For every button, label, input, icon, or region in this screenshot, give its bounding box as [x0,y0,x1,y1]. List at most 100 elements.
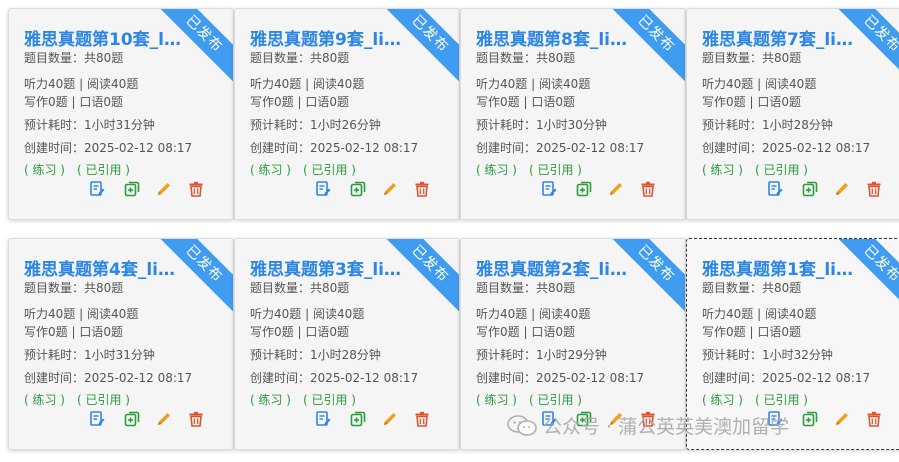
cited-tag: ( 已引用 ) [529,393,582,407]
copy-add-icon [576,181,592,201]
cited-tag: ( 已引用 ) [755,393,808,407]
delete-button[interactable] [414,411,430,427]
watermark-text: 公众号 · 蒲公英英美澳加留学 [543,416,790,438]
copy-button[interactable] [576,181,592,197]
estimated-time: 预计耗时：1小时26分钟 [250,118,381,132]
delete-button[interactable] [188,181,204,197]
card-title[interactable]: 雅思真题第3套_list... [250,255,410,280]
practice-tag: ( 练习 ) [24,393,65,407]
rename-button[interactable] [834,411,850,427]
copy-add-icon [350,411,366,431]
rename-button[interactable] [834,181,850,197]
edit-button[interactable] [767,181,783,197]
rename-button[interactable] [382,411,398,427]
exam-card[interactable]: 已发布 雅思真题第3套_list... 题目数量：共80题 听力40题 | 阅读… [234,238,460,450]
trash-icon [414,181,430,201]
copy-button[interactable] [124,411,140,427]
writing-speaking-count: 写作0题 | 口语0题 [250,325,350,339]
copy-button[interactable] [802,181,818,197]
estimated-time: 预计耗时：1小时28分钟 [250,348,381,362]
edit-doc-icon [767,181,783,201]
delete-button[interactable] [188,411,204,427]
cited-tag: ( 已引用 ) [303,393,356,407]
created-time: 创建时间：2025-02-12 08:17 [476,141,645,155]
listening-reading-count: 听力40题 | 阅读40题 [476,307,591,321]
listening-reading-count: 听力40题 | 阅读40题 [702,307,817,321]
card-title[interactable]: 雅思真题第1套_list... [702,255,862,280]
estimated-time: 预计耗时：1小时32分钟 [702,348,833,362]
card-title[interactable]: 雅思真题第10套_list... [24,25,184,50]
cited-tag: ( 已引用 ) [529,163,582,177]
created-time: 创建时间：2025-02-12 08:17 [476,371,645,385]
delete-button[interactable] [866,181,882,197]
copy-add-icon [124,411,140,431]
copy-button[interactable] [124,181,140,197]
practice-tag: ( 练习 ) [250,163,291,177]
pencil-icon [382,182,398,201]
question-count: 题目数量：共80题 [24,281,124,295]
copy-button[interactable] [350,181,366,197]
edit-button[interactable] [315,181,331,197]
estimated-time: 预计耗时：1小时30分钟 [476,118,607,132]
status-tags: ( 练习 ) ( 已引用 ) [476,391,594,408]
created-time: 创建时间：2025-02-12 08:17 [702,371,871,385]
copy-add-icon [124,181,140,201]
trash-icon [640,181,656,201]
cited-tag: ( 已引用 ) [77,163,130,177]
writing-speaking-count: 写作0题 | 口语0题 [702,95,802,109]
question-count: 题目数量：共80题 [702,51,802,65]
copy-add-icon [802,411,818,431]
question-count: 题目数量：共80题 [702,281,802,295]
rename-button[interactable] [156,411,172,427]
trash-icon [866,181,882,201]
created-time: 创建时间：2025-02-12 08:17 [702,141,871,155]
practice-tag: ( 练习 ) [702,393,743,407]
cited-tag: ( 已引用 ) [755,163,808,177]
writing-speaking-count: 写作0题 | 口语0题 [24,95,124,109]
copy-button[interactable] [802,411,818,427]
card-actions [315,181,429,199]
exam-card[interactable]: 已发布 雅思真题第7套_list... 题目数量：共80题 听力40题 | 阅读… [686,8,899,220]
card-title[interactable]: 雅思真题第8套_list... [476,25,636,50]
edit-button[interactable] [89,181,105,197]
status-tags: ( 练习 ) ( 已引用 ) [702,161,820,178]
delete-button[interactable] [640,181,656,197]
delete-button[interactable] [866,411,882,427]
delete-button[interactable] [414,181,430,197]
edit-doc-icon [89,181,105,201]
exam-card[interactable]: 已发布 雅思真题第9套_list... 题目数量：共80题 听力40题 | 阅读… [234,8,460,220]
copy-add-icon [350,181,366,201]
listening-reading-count: 听力40题 | 阅读40题 [250,77,365,91]
estimated-time: 预计耗时：1小时29分钟 [476,348,607,362]
card-title[interactable]: 雅思真题第9套_list... [250,25,410,50]
exam-card[interactable]: 已发布 雅思真题第4套_list... 题目数量：共80题 听力40题 | 阅读… [8,238,234,450]
writing-speaking-count: 写作0题 | 口语0题 [24,325,124,339]
copy-add-icon [802,181,818,201]
exam-card[interactable]: 已发布 雅思真题第10套_list... 题目数量：共80题 听力40题 | 阅… [8,8,234,220]
edit-button[interactable] [89,411,105,427]
card-title[interactable]: 雅思真题第2套_list... [476,255,636,280]
rename-button[interactable] [608,181,624,197]
rename-button[interactable] [156,181,172,197]
writing-speaking-count: 写作0题 | 口语0题 [250,95,350,109]
exam-card[interactable]: 已发布 雅思真题第8套_list... 题目数量：共80题 听力40题 | 阅读… [460,8,686,220]
pencil-icon [834,182,850,201]
edit-button[interactable] [315,411,331,427]
created-time: 创建时间：2025-02-12 08:17 [24,371,193,385]
edit-doc-icon [89,411,105,431]
edit-button[interactable] [541,181,557,197]
status-tags: ( 练习 ) ( 已引用 ) [24,391,142,408]
card-title[interactable]: 雅思真题第7套_list... [702,25,862,50]
listening-reading-count: 听力40题 | 阅读40题 [476,77,591,91]
listening-reading-count: 听力40题 | 阅读40题 [702,77,817,91]
writing-speaking-count: 写作0题 | 口语0题 [702,325,802,339]
question-count: 题目数量：共80题 [250,51,350,65]
pencil-icon [156,412,172,431]
copy-button[interactable] [350,411,366,427]
card-actions [89,181,203,199]
pencil-icon [382,412,398,431]
estimated-time: 预计耗时：1小时28分钟 [702,118,833,132]
status-tags: ( 练习 ) ( 已引用 ) [24,161,142,178]
card-title[interactable]: 雅思真题第4套_list... [24,255,184,280]
rename-button[interactable] [382,181,398,197]
